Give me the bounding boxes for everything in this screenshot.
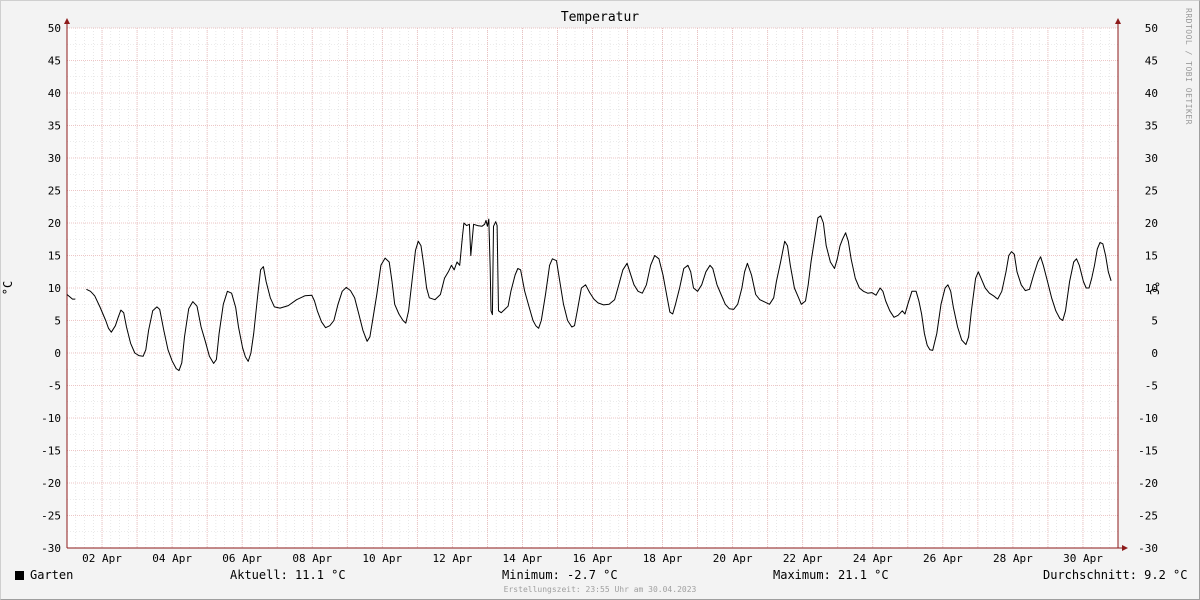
y-tick-label: 15: [48, 250, 61, 263]
y-tick-label: -30: [41, 542, 61, 555]
y-tick-label: 10: [48, 282, 61, 295]
x-tick-label: 04 Apr: [152, 552, 192, 565]
x-tick-label: 14 Apr: [503, 552, 543, 565]
y-tick-label: 50: [48, 22, 61, 35]
y-tick-label: 20: [48, 217, 61, 230]
x-tick-label: 02 Apr: [82, 552, 122, 565]
x-axis-arrow: [1122, 545, 1128, 551]
y-tick-label: 45: [48, 55, 61, 68]
stat-current: Aktuell: 11.1 °C: [230, 568, 346, 582]
stat-maximum: Maximum: 21.1 °C: [773, 568, 889, 582]
y-tick-label: -30: [1138, 542, 1158, 555]
y-tick-label: -5: [48, 380, 61, 393]
y-tick-label: 5: [54, 315, 61, 328]
x-tick-label: 18 Apr: [643, 552, 683, 565]
legend-item-garten: Garten: [15, 568, 73, 582]
y-axis-label-left: °C: [1, 281, 15, 295]
x-tick-label: 30 Apr: [1063, 552, 1103, 565]
y-tick-label: -15: [41, 445, 61, 458]
y-tick-label: 5: [1151, 315, 1158, 328]
y-tick-label: -15: [1138, 445, 1158, 458]
x-tick-label: 16 Apr: [573, 552, 613, 565]
y-tick-label: -20: [41, 477, 61, 490]
x-tick-label: 12 Apr: [432, 552, 472, 565]
legend-label: Garten: [30, 568, 74, 582]
stat-minimum: Minimum: -2.7 °C: [502, 568, 618, 582]
y-tick-label: 15: [1145, 250, 1158, 263]
y-tick-label: 30: [1145, 152, 1158, 165]
y-tick-label: 25: [1145, 185, 1158, 198]
legend-swatch: [15, 571, 24, 580]
y-tick-label: 30: [48, 152, 61, 165]
x-tick-labels: 02 Apr 04 Apr 06 Apr 08 Apr 10 Apr 12 Apr 14 A…: [82, 552, 1103, 565]
x-tick-label: 28 Apr: [993, 552, 1033, 565]
y-axis-label-right: °C: [1147, 281, 1161, 295]
x-tick-label: 06 Apr: [222, 552, 262, 565]
y-axis-arrow-left: [64, 18, 70, 24]
y-tick-label: 40: [48, 87, 61, 100]
y-tick-label: -25: [41, 510, 61, 523]
y-tick-label: 25: [48, 185, 61, 198]
y-tick-label: -5: [1145, 380, 1158, 393]
y-tick-label: 35: [1145, 120, 1158, 133]
y-tick-label: 20: [1145, 217, 1158, 230]
y-tick-label: -10: [1138, 412, 1158, 425]
y-axis-arrow-right: [1115, 18, 1121, 24]
x-tick-label: 26 Apr: [923, 552, 963, 565]
y-tick-labels-left: 50454035302520151050-5-10-15-20-25-30: [41, 22, 61, 555]
y-tick-label: 50: [1145, 22, 1158, 35]
x-tick-label: 10 Apr: [362, 552, 402, 565]
y-tick-label: -20: [1138, 477, 1158, 490]
stat-average: Durchschnitt: 9.2 °C: [1043, 568, 1188, 582]
x-tick-label: 20 Apr: [713, 552, 753, 565]
temperature-chart: 50454035302520151050-5-10-15-20-25-30 50…: [1, 18, 1161, 565]
x-tick-label: 22 Apr: [783, 552, 823, 565]
y-tick-label: 0: [1151, 347, 1158, 360]
y-tick-label: -10: [41, 412, 61, 425]
y-tick-label: 35: [48, 120, 61, 133]
x-tick-label: 08 Apr: [292, 552, 332, 565]
x-tick-label: 24 Apr: [853, 552, 893, 565]
y-tick-label: 45: [1145, 55, 1158, 68]
creation-time: Erstellungszeit: 23:55 Uhr am 30.04.2023: [503, 585, 697, 594]
y-tick-label: 0: [54, 347, 61, 360]
y-tick-label: 40: [1145, 87, 1158, 100]
y-tick-label: -25: [1138, 510, 1158, 523]
